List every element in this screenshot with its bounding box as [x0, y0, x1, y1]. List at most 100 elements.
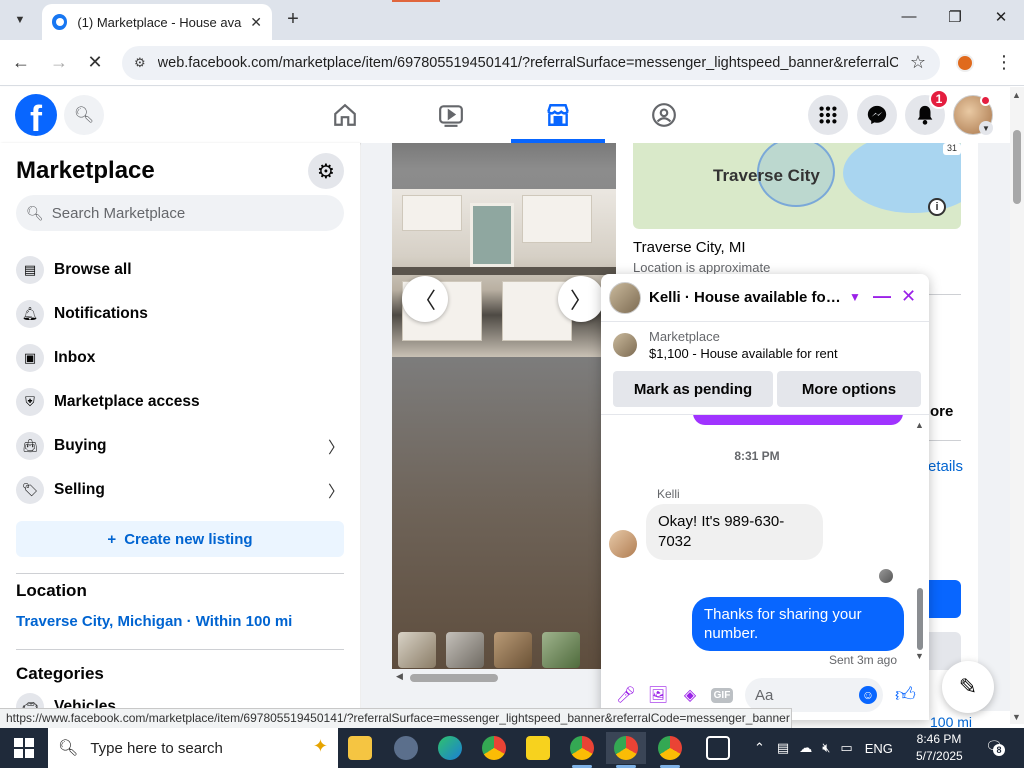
marketplace-icon[interactable]	[511, 95, 605, 135]
tab-close-icon[interactable]: ✕	[250, 14, 262, 31]
message-seller-button[interactable]	[928, 580, 961, 618]
chat-listing-banner[interactable]: Marketplace $1,100 - House available for…	[601, 322, 929, 368]
bookmark-star-icon[interactable]: ☆	[910, 52, 926, 73]
marketplace-search-input[interactable]: 🔍︎ Search Marketplace	[16, 195, 344, 231]
tab-search-dropdown-icon[interactable]: ▼	[8, 8, 32, 32]
taskbar-search-box[interactable]: 🔍︎ Type here to search ✦	[48, 728, 338, 768]
location-approx-note: Location is approximate	[633, 260, 771, 275]
sidebar-item-browse-all[interactable]: ▤ Browse all	[16, 250, 344, 290]
site-info-icon[interactable]: ⚙	[134, 55, 146, 71]
new-message-compose-icon[interactable]: ✎	[942, 661, 994, 713]
photo-thumbnail[interactable]	[446, 632, 484, 668]
minimize-chat-icon[interactable]: —	[873, 286, 891, 307]
file-explorer-icon[interactable]	[340, 732, 380, 764]
address-bar[interactable]: ⚙ web.facebook.com/marketplace/item/6978…	[122, 46, 940, 80]
read-receipt-avatar	[879, 569, 893, 583]
new-tab-icon[interactable]: +	[282, 8, 304, 31]
volume-muted-icon[interactable]: 🔇︎	[822, 740, 830, 756]
sidebar-divider	[16, 649, 344, 650]
microphone-icon[interactable]: 🎤︎	[611, 680, 641, 710]
language-indicator[interactable]: ENG	[865, 741, 893, 756]
chrome-active-icon[interactable]	[606, 732, 646, 768]
location-heading: Location	[16, 581, 87, 600]
scroll-up-arrow-icon[interactable]: ▲	[1012, 90, 1021, 100]
message-input-placeholder: Aa	[755, 686, 774, 704]
chrome-icon[interactable]	[474, 732, 514, 764]
message-input[interactable]: Aa ☺	[745, 678, 883, 712]
windows-taskbar: 🔍︎ Type here to search ✦ ⌃ ▤ ☁ 🔇︎ ▭ ENG …	[0, 728, 1024, 768]
location-filter-link[interactable]: Traverse City, Michigan · Within 100 mi	[16, 613, 292, 630]
chat-message-list[interactable]: 8:31 PM Kelli Okay! It's 989-630-7032 Th…	[601, 414, 929, 668]
windows-start-icon[interactable]	[14, 738, 34, 758]
chat-scroll-up-icon[interactable]: ▲	[915, 420, 924, 430]
news-widget-icon[interactable]	[698, 732, 738, 764]
sticky-notes-icon[interactable]	[518, 732, 558, 764]
app-launcher-icon[interactable]	[386, 732, 426, 764]
photo-next-arrow-icon[interactable]: 〉	[558, 276, 604, 322]
mark-as-pending-button[interactable]: Mark as pending	[613, 371, 773, 407]
photo-prev-arrow-icon[interactable]: 〈	[402, 276, 448, 322]
scroll-left-arrow-icon[interactable]: ◀	[396, 671, 403, 682]
video-icon[interactable]	[404, 95, 498, 135]
search-icon[interactable]: 🔍︎	[64, 95, 104, 135]
chat-scroll-down-icon[interactable]: ▼	[915, 651, 924, 661]
back-icon[interactable]: ←	[10, 52, 32, 73]
stop-loading-icon[interactable]: ✕	[84, 52, 106, 73]
photo-thumbnail[interactable]	[494, 632, 532, 668]
chevron-down-icon[interactable]: ▼	[849, 290, 861, 304]
outgoing-message: Thanks for sharing your number.	[692, 597, 904, 651]
restore-icon[interactable]: ❐	[944, 8, 966, 26]
page-scrollbar-thumb[interactable]	[1013, 130, 1021, 204]
tray-app-icon[interactable]: ▤	[777, 740, 789, 756]
home-icon[interactable]	[298, 95, 392, 135]
sticker-icon[interactable]: ◈	[675, 680, 705, 710]
tray-overflow-icon[interactable]: ⌃	[754, 740, 765, 756]
sidebar-item-marketplace-access[interactable]: ⛨ Marketplace access	[16, 382, 344, 422]
photo-attach-icon[interactable]: 🖼︎	[643, 680, 673, 710]
extension-icon[interactable]	[956, 54, 974, 72]
see-more-link[interactable]: ore	[930, 403, 953, 420]
gif-icon[interactable]: GIF	[707, 680, 737, 710]
photo-thumbnail[interactable]	[542, 632, 580, 668]
browser-menu-icon[interactable]: ⋮	[995, 52, 1013, 73]
minimize-icon[interactable]: —	[898, 8, 920, 25]
photo-cabinet	[522, 195, 592, 243]
groups-icon[interactable]	[617, 95, 711, 135]
listing-location: Traverse City, MI	[633, 239, 746, 256]
chat-header[interactable]: Kelli · House available for rent ▼ — ✕	[601, 274, 929, 322]
scroll-down-arrow-icon[interactable]: ▼	[1012, 712, 1021, 722]
info-icon[interactable]: i	[928, 198, 946, 216]
chevron-down-icon[interactable]: ▼	[979, 121, 993, 135]
sidebar-item-buying[interactable]: 👜︎ Buying 〉	[16, 426, 344, 466]
browser-tab-active[interactable]: (1) Marketplace - House available for re…	[42, 4, 272, 40]
apps-grid-icon[interactable]	[808, 95, 848, 135]
messenger-icon[interactable]	[857, 95, 897, 135]
taskbar-clock[interactable]: 8:46 PM 5/7/2025	[916, 731, 963, 765]
chrome-profile-icon[interactable]	[562, 732, 602, 768]
location-map[interactable]: Traverse City 31 i	[633, 143, 961, 229]
gear-icon[interactable]: ⚙	[308, 153, 344, 189]
horizontal-scrollbar-thumb[interactable]	[410, 674, 498, 682]
edge-browser-icon[interactable]	[430, 732, 470, 764]
sidebar-item-selling[interactable]: 🏷︎ Selling 〉	[16, 470, 344, 510]
photo-window	[470, 203, 514, 267]
tray-network-status-icon[interactable]: ☁	[799, 740, 812, 756]
photo-counter	[392, 267, 616, 275]
profile-status-dot	[980, 95, 991, 106]
listing-photo-kitchen[interactable]	[392, 189, 616, 357]
network-icon[interactable]: ▭	[840, 740, 852, 756]
details-link[interactable]: etails	[928, 458, 963, 475]
facebook-logo[interactable]: f	[15, 94, 57, 136]
close-chat-icon[interactable]: ✕	[901, 286, 916, 307]
create-listing-button[interactable]: + Create new listing	[16, 521, 344, 557]
thumbs-up-icon[interactable]: 👍︎	[895, 683, 916, 707]
emoji-icon[interactable]: ☺	[859, 686, 877, 704]
sidebar-item-inbox[interactable]: ▣ Inbox	[16, 338, 344, 378]
forward-icon[interactable]: →	[48, 52, 70, 73]
chrome-other-icon[interactable]	[650, 732, 690, 768]
sidebar-item-notifications[interactable]: 🔔︎ Notifications	[16, 294, 344, 334]
more-options-button[interactable]: More options	[777, 371, 921, 407]
window-close-icon[interactable]: ✕	[990, 8, 1012, 26]
photo-thumbnail[interactable]	[398, 632, 436, 668]
chat-scrollbar-thumb[interactable]	[917, 588, 923, 650]
